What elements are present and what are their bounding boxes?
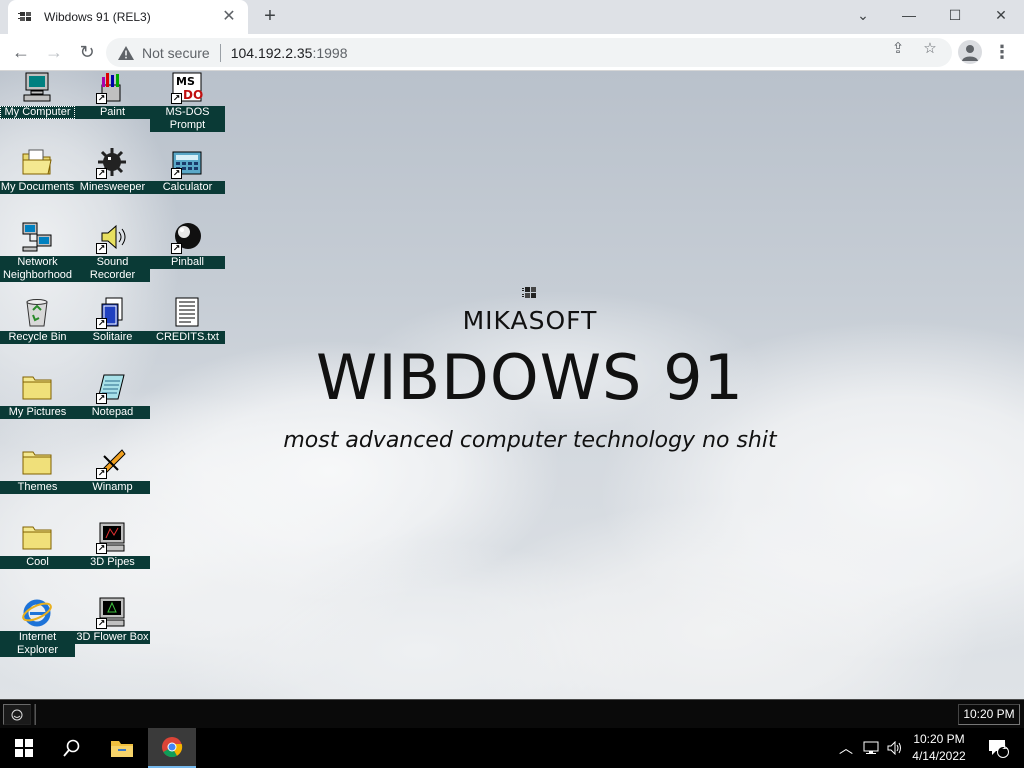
desktop-icon-pinball[interactable]: ↗ Pinball [150,221,225,296]
splash-subtitle: MIKASOFT [462,306,598,335]
desktop-icon-sound-recorder[interactable]: ↗ Sound Recorder [75,221,150,296]
back-button[interactable]: ← [8,39,34,65]
start-button[interactable] [0,728,48,768]
wibdows-clock[interactable]: 10:20 PM [958,704,1020,725]
url-host[interactable]: 104.192.2.35 [231,45,313,61]
taskbar-divider [34,704,36,725]
close-window-button[interactable]: ✕ [978,0,1024,30]
tab-title: Wibdows 91 (REL3) [44,10,151,24]
wibdows-desktop[interactable]: My Computer My Documents Network Neighbo… [0,71,1024,699]
system-clock[interactable]: 10:20 PM 4/14/2022 [906,731,972,765]
browser-tab[interactable]: Wibdows 91 (REL3) ✕ [8,0,248,34]
shortcut-arrow-icon: ↗ [96,168,107,179]
notification-count: 1 [1002,741,1008,751]
icon-label: Cool [0,556,75,569]
shortcut-arrow-icon: ↗ [171,93,182,104]
network-icon [22,222,52,252]
system-date: 4/14/2022 [912,749,966,763]
tab-close-icon[interactable]: ✕ [220,9,238,25]
desktop-icon-paint[interactable]: ↗ Paint [75,71,150,146]
omnibox-separator [219,43,221,62]
profile-avatar[interactable] [958,40,982,64]
icon-label: Minesweeper [75,181,150,194]
icon-label: Calculator [150,181,225,194]
svg-text:DOS: DOS [183,88,203,102]
icon-label: Paint [75,106,150,119]
forward-button[interactable]: → [41,39,67,65]
desktop-icon-winamp[interactable]: ↗ Winamp [75,446,150,521]
wibdows-logo-icon [522,287,536,298]
shortcut-arrow-icon: ↗ [96,543,107,554]
share-icon[interactable]: ⇪ [886,39,910,59]
person-icon [962,45,978,61]
desktop-icon-3d-pipes[interactable]: ↗ 3D Pipes [75,521,150,596]
splash-title: WIBDOWS 91 [316,341,744,414]
icon-label: My Computer [0,106,75,119]
tab-search-icon[interactable]: ⌄ [840,0,886,30]
icon-label: Network Neighborhood [0,256,75,282]
minimize-button[interactable]: — [886,0,932,30]
desktop-icon-network-neighborhood[interactable]: Network Neighborhood [0,221,75,296]
search-icon [63,739,80,757]
reload-button[interactable]: ↻ [74,39,100,65]
icon-label: Themes [0,481,75,494]
bookmark-star-icon[interactable]: ☆ [918,39,942,59]
desktop-icon-minesweeper[interactable]: ↗ Minesweeper [75,146,150,221]
computer-icon [23,72,51,102]
icon-label: Internet Explorer [0,631,75,657]
splash-screen: MIKASOFT WIBDOWS 91 most advanced comput… [0,286,1024,453]
desktop-icon-3d-flower-box[interactable]: ↗ 3D Flower Box [75,596,150,671]
wibdows-favicon-icon [18,12,31,21]
wibdows-start-button[interactable] [3,704,31,725]
browser-toolbar: ← → ↻ Not secure 104.192.2.35:1998 ⇪ ☆ ⋮ [0,34,1024,71]
svg-text:MS: MS [176,75,195,88]
browser-tab-bar: Wibdows 91 (REL3) ✕ + ⌄ — ☐ ✕ [0,0,1024,34]
desktop-icon-cool[interactable]: Cool [0,521,75,596]
folder-open-icon [22,149,52,175]
os-taskbar: ︿ 10:20 PM 4/14/2022 1 [0,728,1024,768]
show-hidden-icons-chevron-icon[interactable]: ︿ [836,728,856,768]
icon-label: 3D Pipes [75,556,150,569]
windows-logo-icon [15,739,33,757]
url-port[interactable]: :1998 [312,45,347,61]
desktop-icon-my-computer[interactable]: My Computer [0,71,75,146]
not-secure-label[interactable]: Not secure [142,45,210,61]
shortcut-arrow-icon: ↗ [96,93,107,104]
action-center-button[interactable]: 1 [978,728,1018,768]
browser-menu-button[interactable]: ⋮ [990,40,1014,64]
warning-icon[interactable] [118,45,134,60]
system-time: 10:20 PM [913,732,965,746]
desktop-icon-themes[interactable]: Themes [0,446,75,521]
maximize-button[interactable]: ☐ [932,0,978,30]
shortcut-arrow-icon: ↗ [171,168,182,179]
file-explorer-button[interactable] [98,728,146,768]
desktop-icon-internet-explorer[interactable]: Internet Explorer [0,596,75,671]
icon-label: Pinball [150,256,225,269]
ie-icon [22,599,52,627]
shortcut-arrow-icon: ↗ [171,243,182,254]
network-tray-icon[interactable] [860,728,882,768]
volume-icon[interactable] [884,728,906,768]
icon-label: Winamp [75,481,150,494]
new-tab-button[interactable]: + [258,5,282,29]
chrome-icon [162,737,183,758]
chrome-taskbar-button[interactable] [148,728,196,768]
wibdows-start-icon [11,709,23,720]
desktop-icon-calculator[interactable]: ↗ Calculator [150,146,225,221]
icon-label: 3D Flower Box [75,631,150,644]
address-bar[interactable]: Not secure 104.192.2.35:1998 [106,38,952,67]
shortcut-arrow-icon: ↗ [96,468,107,479]
icon-label: MS-DOS Prompt [150,106,225,132]
splash-tagline: most advanced computer technology no shi… [283,428,777,453]
search-button[interactable] [48,728,96,768]
icon-label: My Documents [0,181,75,194]
desktop-icon-my-documents[interactable]: My Documents [0,146,75,221]
icon-label: Sound Recorder [75,256,150,282]
shortcut-arrow-icon: ↗ [96,243,107,254]
wibdows-taskbar: 10:20 PM [0,699,1024,728]
folder-icon [22,526,52,550]
shortcut-arrow-icon: ↗ [96,618,107,629]
desktop-icon-msdos-prompt[interactable]: MS DOS ↗ MS-DOS Prompt [150,71,225,146]
file-explorer-icon [111,741,133,757]
